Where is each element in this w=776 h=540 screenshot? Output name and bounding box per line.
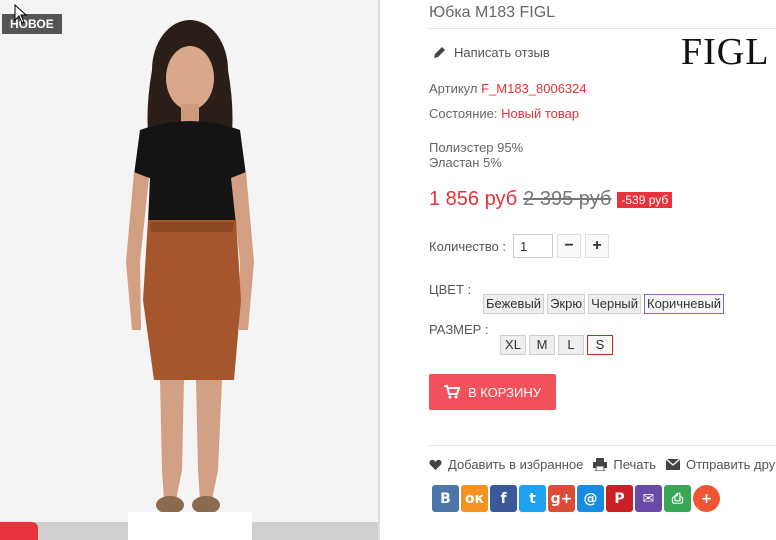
red-tab[interactable] xyxy=(0,522,38,540)
size-options: XL M L S xyxy=(500,335,613,355)
photo-divider xyxy=(378,0,380,540)
envelope-icon xyxy=(665,459,680,470)
color-option[interactable]: Экрю xyxy=(547,294,586,314)
composition-line: Эластан 5% xyxy=(429,155,502,170)
mouse-cursor-icon xyxy=(14,4,28,24)
brand-logo[interactable]: FIGL xyxy=(681,30,769,74)
product-info: Юбка M183 FIGL Написать отзыв FIGL Артик… xyxy=(429,0,776,540)
quantity-plus-button[interactable]: + xyxy=(585,234,610,258)
color-option[interactable]: Бежевый xyxy=(483,294,545,314)
write-review-label: Написать отзыв xyxy=(454,45,550,60)
model-photo xyxy=(0,0,380,540)
share-pinterest-button[interactable]: P xyxy=(606,485,633,512)
new-badge: НОВОЕ xyxy=(2,14,62,34)
sku-value: F_M183_8006324 xyxy=(481,81,587,96)
write-review-link[interactable]: Написать отзыв xyxy=(433,45,550,60)
add-to-favorites-link[interactable]: Добавить в избранное xyxy=(429,457,583,472)
size-option[interactable]: L xyxy=(558,335,584,355)
send-to-friend-link[interactable]: Отправить другу xyxy=(665,457,776,472)
heart-icon xyxy=(429,459,442,470)
thumbnail-tab[interactable] xyxy=(128,512,252,540)
color-label: ЦВЕТ : xyxy=(429,282,472,297)
condition-line: Состояние: Новый товар xyxy=(429,106,579,121)
share-twitter-button[interactable]: t xyxy=(519,485,546,512)
color-options: Бежевый Экрю Черный Коричневый xyxy=(483,294,724,314)
sku-label: Артикул xyxy=(429,81,478,96)
composition: Полиэстер 95% Эластан 5% xyxy=(429,140,523,170)
product-title: Юбка M183 FIGL xyxy=(429,4,556,21)
product-actions: Добавить в избранное Печать Отправить др… xyxy=(429,457,776,472)
quantity-label: Количество : xyxy=(429,238,507,254)
printer-icon xyxy=(593,458,608,471)
share-odnoklassniki-button[interactable]: ок xyxy=(461,485,488,512)
print-label: Печать xyxy=(613,457,656,472)
share-buttons: Bок f t g+ @ P ✉ ⎙ + xyxy=(432,485,720,512)
size-option-selected[interactable]: S xyxy=(587,335,613,355)
add-to-cart-label: В КОРЗИНУ xyxy=(467,384,542,400)
quantity-minus-button[interactable]: − xyxy=(557,234,582,258)
discount-badge: -539 руб xyxy=(617,191,673,208)
share-more-button[interactable]: + xyxy=(693,485,720,512)
condition-label: Состояние: xyxy=(429,106,498,121)
condition-value: Новый товар xyxy=(501,106,580,121)
size-option[interactable]: M xyxy=(529,335,555,355)
cart-icon xyxy=(443,385,460,399)
color-option-selected[interactable]: Коричневый xyxy=(644,294,724,314)
add-to-favorites-label: Добавить в избранное xyxy=(448,457,584,472)
size-option[interactable]: XL xyxy=(500,335,526,355)
title-divider xyxy=(429,28,776,29)
quantity-stepper: Количество : − + xyxy=(429,234,610,258)
share-facebook-button[interactable]: f xyxy=(490,485,517,512)
actions-divider xyxy=(429,445,776,446)
share-email-button[interactable]: ✉ xyxy=(635,485,662,512)
quantity-input[interactable] xyxy=(513,234,554,258)
current-price: 1 856 руб xyxy=(429,188,518,210)
composition-line: Полиэстер 95% xyxy=(429,140,524,155)
color-option[interactable]: Черный xyxy=(588,294,641,314)
add-to-cart-button[interactable]: В КОРЗИНУ xyxy=(429,374,556,410)
share-mail-button[interactable]: @ xyxy=(577,485,604,512)
product-photo[interactable]: НОВОЕ xyxy=(0,0,380,540)
share-googleplus-button[interactable]: g+ xyxy=(548,485,575,512)
old-price: 2 395 руб xyxy=(523,188,612,210)
share-vk-button[interactable]: B xyxy=(432,485,459,512)
send-to-friend-label: Отправить другу xyxy=(685,457,776,472)
share-print-button[interactable]: ⎙ xyxy=(664,485,691,512)
print-link[interactable]: Печать xyxy=(593,457,656,472)
sku-line: Артикул F_M183_8006324 xyxy=(429,81,587,96)
pencil-icon xyxy=(434,47,445,58)
price-block: 1 856 руб 2 395 руб -539 руб xyxy=(429,188,673,211)
size-label: РАЗМЕР : xyxy=(429,322,489,337)
